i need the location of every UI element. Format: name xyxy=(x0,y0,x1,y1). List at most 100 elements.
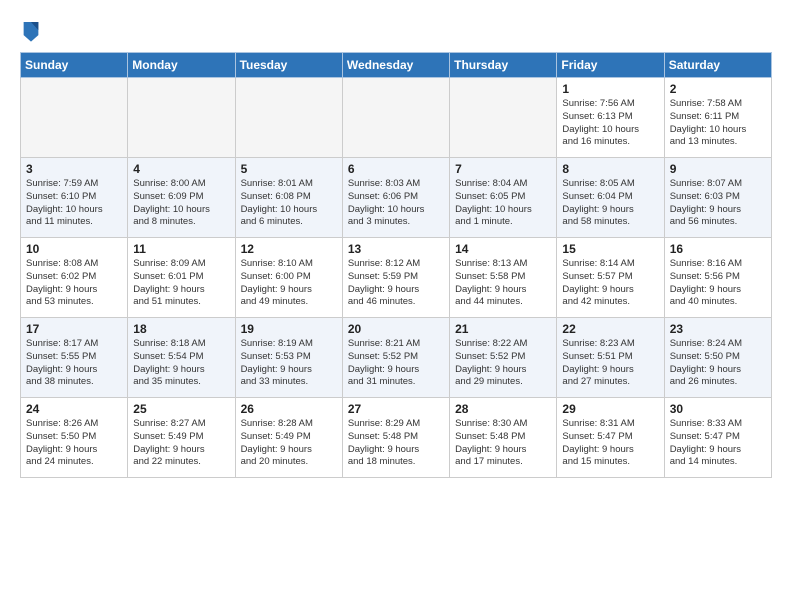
day-info: Sunrise: 8:13 AM Sunset: 5:58 PM Dayligh… xyxy=(455,258,551,309)
calendar-cell: 9 Sunrise: 8:07 AM Sunset: 6:03 PM Daylig… xyxy=(664,158,771,238)
day-info: Sunrise: 8:07 AM Sunset: 6:03 PM Dayligh… xyxy=(670,178,766,229)
day-number: 14 xyxy=(455,242,551,256)
week-row-5: 24 Sunrise: 8:26 AM Sunset: 5:50 PM Dayli… xyxy=(21,398,772,478)
day-number: 18 xyxy=(133,322,229,336)
day-number: 23 xyxy=(670,322,766,336)
day-info: Sunrise: 8:05 AM Sunset: 6:04 PM Dayligh… xyxy=(562,178,658,229)
weekday-header-monday: Monday xyxy=(128,53,235,78)
calendar: SundayMondayTuesdayWednesdayThursdayFrid… xyxy=(20,52,772,478)
day-number: 27 xyxy=(348,402,444,416)
calendar-cell: 12 Sunrise: 8:10 AM Sunset: 6:00 PM Dayli… xyxy=(235,238,342,318)
logo xyxy=(20,22,40,42)
day-number: 26 xyxy=(241,402,337,416)
calendar-cell: 27 Sunrise: 8:29 AM Sunset: 5:48 PM Dayli… xyxy=(342,398,449,478)
day-info: Sunrise: 8:19 AM Sunset: 5:53 PM Dayligh… xyxy=(241,338,337,389)
day-number: 21 xyxy=(455,322,551,336)
calendar-cell: 1Sunrise: 7:56 AM Sunset: 6:13 PM Daylig… xyxy=(557,78,664,158)
day-info: Sunrise: 8:03 AM Sunset: 6:06 PM Dayligh… xyxy=(348,178,444,229)
calendar-cell: 21 Sunrise: 8:22 AM Sunset: 5:52 PM Dayli… xyxy=(450,318,557,398)
week-row-3: 10 Sunrise: 8:08 AM Sunset: 6:02 PM Dayli… xyxy=(21,238,772,318)
day-number: 7 xyxy=(455,162,551,176)
weekday-header-wednesday: Wednesday xyxy=(342,53,449,78)
calendar-cell: 28 Sunrise: 8:30 AM Sunset: 5:48 PM Dayli… xyxy=(450,398,557,478)
week-row-1: 1Sunrise: 7:56 AM Sunset: 6:13 PM Daylig… xyxy=(21,78,772,158)
calendar-cell: 20Sunrise: 8:21 AM Sunset: 5:52 PM Dayli… xyxy=(342,318,449,398)
week-row-4: 17 Sunrise: 8:17 AM Sunset: 5:55 PM Dayli… xyxy=(21,318,772,398)
day-number: 17 xyxy=(26,322,122,336)
day-info: Sunrise: 8:27 AM Sunset: 5:49 PM Dayligh… xyxy=(133,418,229,469)
day-number: 3 xyxy=(26,162,122,176)
calendar-cell: 13Sunrise: 8:12 AM Sunset: 5:59 PM Dayli… xyxy=(342,238,449,318)
day-number: 9 xyxy=(670,162,766,176)
calendar-cell: 22Sunrise: 8:23 AM Sunset: 5:51 PM Dayli… xyxy=(557,318,664,398)
day-number: 6 xyxy=(348,162,444,176)
day-number: 2 xyxy=(670,82,766,96)
calendar-cell: 29Sunrise: 8:31 AM Sunset: 5:47 PM Dayli… xyxy=(557,398,664,478)
logo-icon xyxy=(22,20,40,42)
day-info: Sunrise: 8:28 AM Sunset: 5:49 PM Dayligh… xyxy=(241,418,337,469)
day-number: 4 xyxy=(133,162,229,176)
calendar-cell xyxy=(235,78,342,158)
day-info: Sunrise: 8:30 AM Sunset: 5:48 PM Dayligh… xyxy=(455,418,551,469)
day-info: Sunrise: 8:22 AM Sunset: 5:52 PM Dayligh… xyxy=(455,338,551,389)
day-number: 11 xyxy=(133,242,229,256)
calendar-cell: 17 Sunrise: 8:17 AM Sunset: 5:55 PM Dayli… xyxy=(21,318,128,398)
day-info: Sunrise: 8:10 AM Sunset: 6:00 PM Dayligh… xyxy=(241,258,337,309)
calendar-cell: 2 Sunrise: 7:58 AM Sunset: 6:11 PM Daylig… xyxy=(664,78,771,158)
day-number: 29 xyxy=(562,402,658,416)
day-number: 25 xyxy=(133,402,229,416)
calendar-cell: 18 Sunrise: 8:18 AM Sunset: 5:54 PM Dayli… xyxy=(128,318,235,398)
day-info: Sunrise: 7:58 AM Sunset: 6:11 PM Dayligh… xyxy=(670,98,766,149)
calendar-cell xyxy=(342,78,449,158)
calendar-cell: 26 Sunrise: 8:28 AM Sunset: 5:49 PM Dayli… xyxy=(235,398,342,478)
day-info: Sunrise: 8:29 AM Sunset: 5:48 PM Dayligh… xyxy=(348,418,444,469)
calendar-cell: 7 Sunrise: 8:04 AM Sunset: 6:05 PM Daylig… xyxy=(450,158,557,238)
week-row-2: 3 Sunrise: 7:59 AM Sunset: 6:10 PM Daylig… xyxy=(21,158,772,238)
weekday-header-tuesday: Tuesday xyxy=(235,53,342,78)
day-info: Sunrise: 8:33 AM Sunset: 5:47 PM Dayligh… xyxy=(670,418,766,469)
header xyxy=(20,18,772,42)
calendar-cell: 8Sunrise: 8:05 AM Sunset: 6:04 PM Daylig… xyxy=(557,158,664,238)
calendar-cell: 11 Sunrise: 8:09 AM Sunset: 6:01 PM Dayli… xyxy=(128,238,235,318)
day-number: 24 xyxy=(26,402,122,416)
day-number: 30 xyxy=(670,402,766,416)
day-info: Sunrise: 8:18 AM Sunset: 5:54 PM Dayligh… xyxy=(133,338,229,389)
day-info: Sunrise: 8:26 AM Sunset: 5:50 PM Dayligh… xyxy=(26,418,122,469)
day-info: Sunrise: 8:04 AM Sunset: 6:05 PM Dayligh… xyxy=(455,178,551,229)
calendar-cell: 16Sunrise: 8:16 AM Sunset: 5:56 PM Dayli… xyxy=(664,238,771,318)
calendar-cell: 4Sunrise: 8:00 AM Sunset: 6:09 PM Daylig… xyxy=(128,158,235,238)
day-info: Sunrise: 8:23 AM Sunset: 5:51 PM Dayligh… xyxy=(562,338,658,389)
day-number: 28 xyxy=(455,402,551,416)
weekday-header-friday: Friday xyxy=(557,53,664,78)
calendar-cell: 10 Sunrise: 8:08 AM Sunset: 6:02 PM Dayli… xyxy=(21,238,128,318)
calendar-cell: 23Sunrise: 8:24 AM Sunset: 5:50 PM Dayli… xyxy=(664,318,771,398)
calendar-cell: 3 Sunrise: 7:59 AM Sunset: 6:10 PM Daylig… xyxy=(21,158,128,238)
day-number: 16 xyxy=(670,242,766,256)
day-info: Sunrise: 8:12 AM Sunset: 5:59 PM Dayligh… xyxy=(348,258,444,309)
day-info: Sunrise: 8:09 AM Sunset: 6:01 PM Dayligh… xyxy=(133,258,229,309)
weekday-header-saturday: Saturday xyxy=(664,53,771,78)
day-info: Sunrise: 8:21 AM Sunset: 5:52 PM Dayligh… xyxy=(348,338,444,389)
day-info: Sunrise: 8:14 AM Sunset: 5:57 PM Dayligh… xyxy=(562,258,658,309)
calendar-cell: 6 Sunrise: 8:03 AM Sunset: 6:06 PM Daylig… xyxy=(342,158,449,238)
day-info: Sunrise: 8:08 AM Sunset: 6:02 PM Dayligh… xyxy=(26,258,122,309)
day-number: 19 xyxy=(241,322,337,336)
day-number: 1 xyxy=(562,82,658,96)
weekday-header-thursday: Thursday xyxy=(450,53,557,78)
weekday-header-sunday: Sunday xyxy=(21,53,128,78)
day-number: 10 xyxy=(26,242,122,256)
calendar-cell: 24 Sunrise: 8:26 AM Sunset: 5:50 PM Dayli… xyxy=(21,398,128,478)
day-info: Sunrise: 8:01 AM Sunset: 6:08 PM Dayligh… xyxy=(241,178,337,229)
day-number: 5 xyxy=(241,162,337,176)
calendar-cell: 14 Sunrise: 8:13 AM Sunset: 5:58 PM Dayli… xyxy=(450,238,557,318)
calendar-cell xyxy=(128,78,235,158)
day-number: 15 xyxy=(562,242,658,256)
calendar-cell: 30 Sunrise: 8:33 AM Sunset: 5:47 PM Dayli… xyxy=(664,398,771,478)
calendar-cell: 19 Sunrise: 8:19 AM Sunset: 5:53 PM Dayli… xyxy=(235,318,342,398)
calendar-cell: 5 Sunrise: 8:01 AM Sunset: 6:08 PM Daylig… xyxy=(235,158,342,238)
day-info: Sunrise: 8:17 AM Sunset: 5:55 PM Dayligh… xyxy=(26,338,122,389)
calendar-cell xyxy=(21,78,128,158)
weekday-header-row: SundayMondayTuesdayWednesdayThursdayFrid… xyxy=(21,53,772,78)
day-info: Sunrise: 7:59 AM Sunset: 6:10 PM Dayligh… xyxy=(26,178,122,229)
day-number: 12 xyxy=(241,242,337,256)
